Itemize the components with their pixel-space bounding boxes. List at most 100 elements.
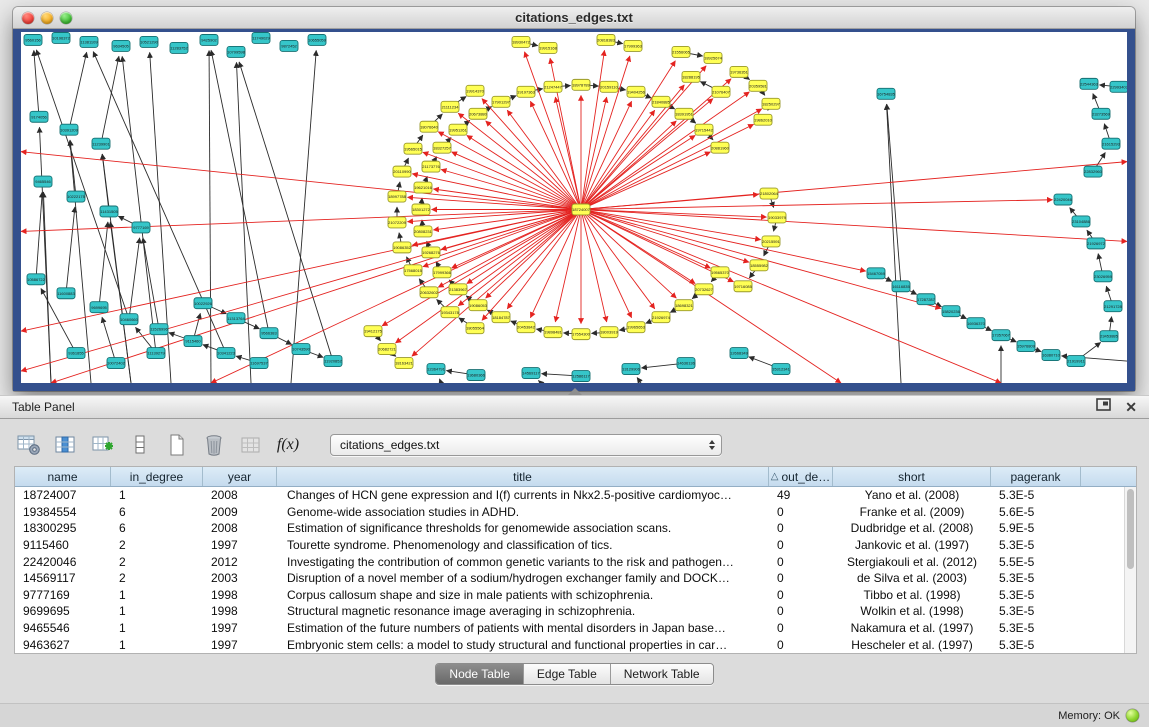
graph-node[interactable]: 10222175: [67, 191, 86, 202]
table-row[interactable]: 969969511998Structural magnetic resonanc…: [15, 603, 1136, 620]
table-row[interactable]: 1830029562008Estimation of significance …: [15, 520, 1136, 537]
graph-edge[interactable]: [581, 209, 941, 308]
graph-node[interactable]: 21291728: [1104, 301, 1123, 312]
graph-edge[interactable]: [407, 197, 581, 209]
graph-node[interactable]: 9777169: [132, 222, 150, 233]
graph-node[interactable]: 18003919: [600, 327, 619, 338]
graph-node[interactable]: 9115460: [184, 336, 202, 347]
graph-node[interactable]: 19716085: [734, 281, 753, 292]
graph-node[interactable]: 19965653: [627, 322, 646, 333]
graph-node[interactable]: 18698321: [675, 300, 694, 311]
graph-node[interactable]: 10341223: [217, 348, 236, 359]
graph-node[interactable]: 17999363: [624, 40, 643, 51]
graph-edge[interactable]: [122, 56, 156, 353]
graph-node[interactable]: 19197363: [517, 86, 536, 97]
graph-node[interactable]: 16116835: [892, 281, 911, 292]
graph-node[interactable]: 20818383: [597, 34, 616, 45]
graph-node[interactable]: 22832960: [1084, 166, 1103, 177]
graph-node[interactable]: 17287287: [917, 294, 936, 305]
graph-node[interactable]: 19404256: [627, 86, 646, 97]
graph-node[interactable]: 21919911: [1067, 356, 1086, 367]
graph-edge[interactable]: [70, 140, 76, 196]
import-table-button[interactable]: [90, 433, 116, 457]
graph-node[interactable]: 11431505: [100, 206, 119, 217]
graph-node[interactable]: 19914370: [466, 85, 485, 96]
graph-edge[interactable]: [581, 209, 866, 271]
graph-node[interactable]: 18055564: [466, 323, 485, 334]
graph-node[interactable]: 21383967: [449, 284, 468, 295]
graph-node[interactable]: 18724007: [572, 204, 591, 215]
graph-node[interactable]: 9699695: [90, 302, 108, 313]
graph-node[interactable]: 14569117: [522, 368, 541, 379]
graph-node[interactable]: 21247447: [544, 81, 563, 92]
column-header-in_degree[interactable]: in_degree: [111, 467, 203, 486]
graph-node[interactable]: 19915168: [539, 42, 558, 53]
graph-node[interactable]: 9361855: [67, 348, 85, 359]
graph-node[interactable]: 9560156: [24, 34, 42, 45]
graph-node[interactable]: 10072402: [107, 358, 126, 369]
column-header-short[interactable]: short: [833, 467, 991, 486]
table-row[interactable]: 1938455462009Genome-wide association stu…: [15, 504, 1136, 521]
graph-node[interactable]: 17999366: [433, 267, 452, 278]
graph-node[interactable]: 18925674: [704, 52, 723, 63]
graph-node[interactable]: 23453885: [1100, 331, 1119, 342]
graph-edge[interactable]: [440, 379, 441, 383]
graph-edge[interactable]: [36, 192, 42, 279]
graph-edge[interactable]: [102, 154, 109, 211]
graph-node[interactable]: 18250297: [762, 98, 781, 109]
graph-node[interactable]: 21802064: [760, 188, 779, 199]
graph-node[interactable]: 15312341: [772, 364, 791, 375]
graph-edge[interactable]: [211, 209, 581, 383]
table-row[interactable]: 2242004622012Investigating the contribut…: [15, 553, 1136, 570]
graph-node[interactable]: 19086053: [469, 300, 488, 311]
graph-node[interactable]: 14636136: [677, 358, 696, 369]
graph-node[interactable]: 17554300: [572, 329, 591, 340]
graph-edge[interactable]: [482, 99, 581, 210]
graph-edge[interactable]: [43, 192, 51, 383]
graph-node[interactable]: 9174056: [30, 111, 48, 122]
table-settings-button[interactable]: [16, 433, 42, 457]
graph-edge[interactable]: [102, 317, 116, 363]
table-row[interactable]: 911546021997Tourette syndrome. Phenomeno…: [15, 537, 1136, 554]
close-panel-icon[interactable]: ✕: [1125, 400, 1137, 414]
graph-node[interactable]: 18391951: [675, 108, 694, 119]
graph-node[interactable]: 18978789: [572, 79, 591, 90]
graph-node[interactable]: 16380710: [1042, 350, 1061, 361]
graph-edge[interactable]: [538, 380, 541, 383]
column-header-year[interactable]: year: [203, 467, 277, 486]
graph-node[interactable]: 20215591: [762, 236, 781, 247]
graph-node[interactable]: 11239901: [92, 138, 111, 149]
graph-node[interactable]: 19898481: [544, 327, 563, 338]
graph-node[interactable]: 17901297: [492, 96, 511, 107]
graph-node[interactable]: 13129906: [622, 364, 641, 375]
close-window-button[interactable]: [22, 12, 34, 24]
graph-node[interactable]: 9634505: [112, 40, 130, 51]
tab-network-table[interactable]: Network Table: [611, 664, 713, 684]
graph-node[interactable]: 18076640: [420, 121, 439, 132]
graph-edge[interactable]: [51, 209, 581, 383]
graph-node[interactable]: 20682721: [378, 344, 397, 355]
graph-node[interactable]: 17357067: [992, 330, 1011, 341]
graph-node[interactable]: 20808231: [414, 226, 433, 237]
graph-node[interactable]: 18163421: [395, 358, 414, 369]
graph-node[interactable]: 20632602: [420, 287, 439, 298]
graph-node[interactable]: 20453842: [517, 322, 536, 333]
table-row[interactable]: 1456911722003Disruption of a novel membe…: [15, 570, 1136, 587]
graph-node[interactable]: 10655059: [308, 34, 327, 45]
graph-node[interactable]: 15976809: [1017, 341, 1036, 352]
row-options-button[interactable]: [127, 433, 153, 457]
table-disabled-button[interactable]: [238, 433, 264, 457]
graph-node[interactable]: 10521290: [140, 36, 159, 47]
graph-node[interactable]: 9566383: [260, 328, 278, 339]
graph-node[interactable]: 20159110: [600, 81, 619, 92]
panel-collapse-handle[interactable]: [568, 388, 582, 395]
graph-node[interactable]: 12364791: [427, 364, 446, 375]
graph-node[interactable]: 23104886: [1072, 216, 1091, 227]
graph-edge[interactable]: [101, 56, 119, 143]
graph-node[interactable]: 21111234: [441, 101, 459, 112]
graph-edge[interactable]: [291, 50, 316, 383]
graph-node[interactable]: 22420046: [1054, 194, 1073, 205]
graph-node[interactable]: 19862010: [754, 114, 773, 125]
table-row[interactable]: 946362711997Embryonic stem cells: a mode…: [15, 636, 1136, 653]
graph-edge[interactable]: [143, 238, 159, 329]
